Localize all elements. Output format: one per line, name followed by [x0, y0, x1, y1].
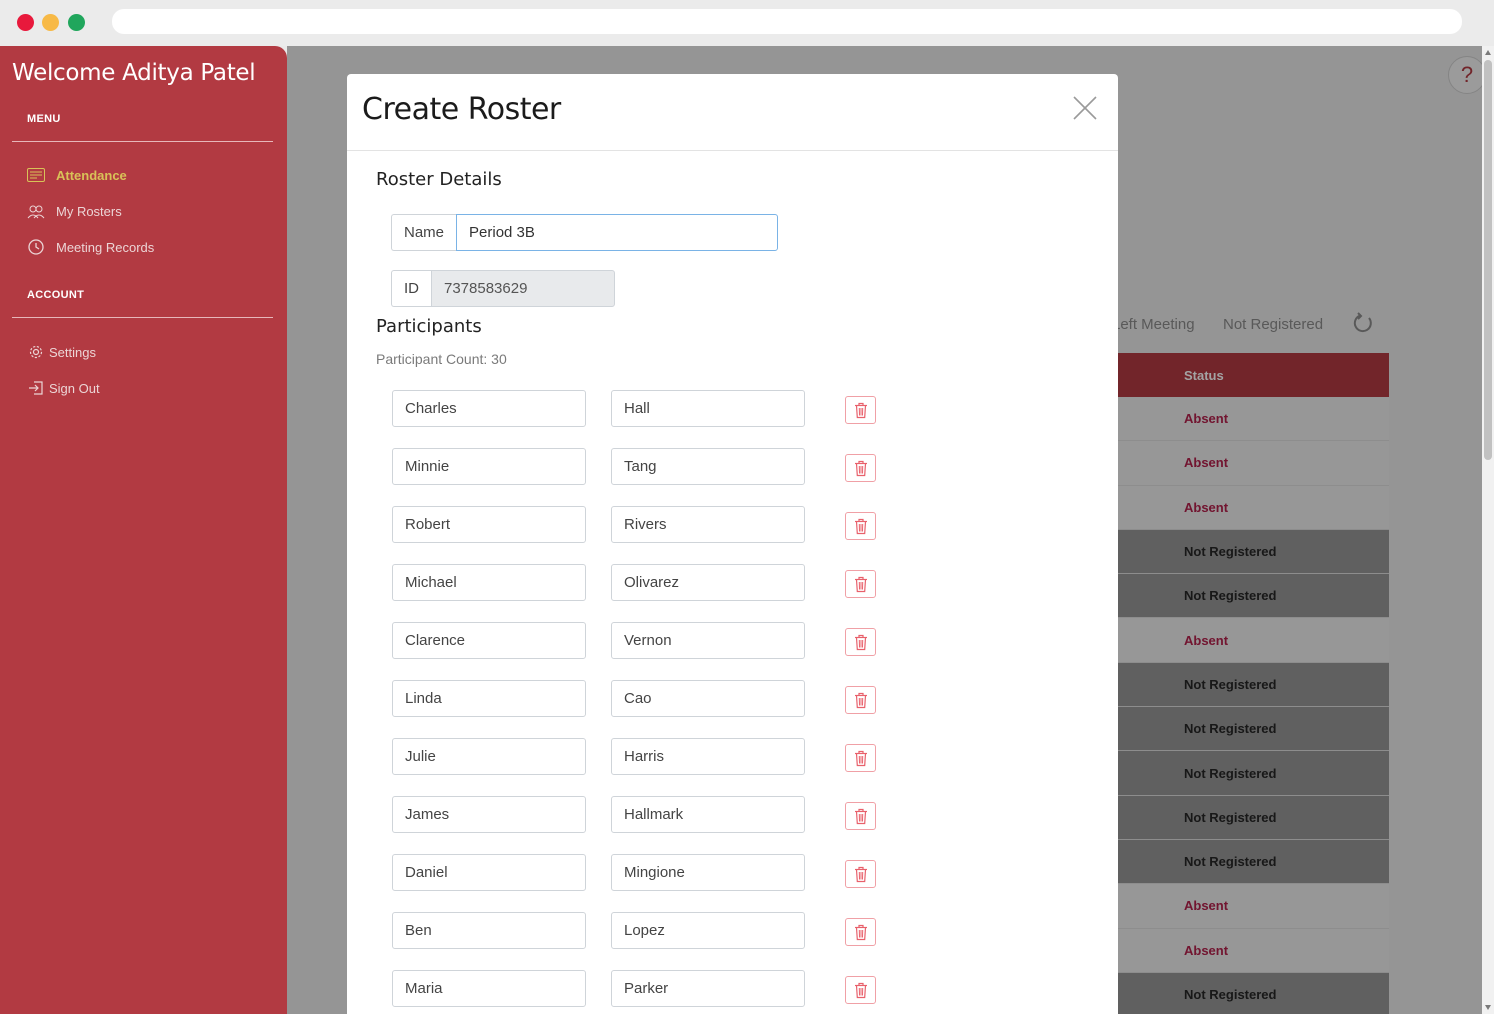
trash-icon	[854, 518, 868, 535]
sidebar-item-label: Attendance	[56, 167, 127, 183]
participant-count: Participant Count: 30	[376, 351, 507, 367]
participant-last-name-input[interactable]	[611, 564, 805, 601]
calendar-icon	[27, 167, 45, 183]
delete-participant-button[interactable]	[845, 686, 876, 714]
participant-first-name-input[interactable]	[392, 506, 586, 543]
participant-first-name-input[interactable]	[392, 448, 586, 485]
participant-first-name-input[interactable]	[392, 738, 586, 775]
window-maximize-dot[interactable]	[68, 14, 85, 31]
trash-icon	[854, 808, 868, 825]
close-icon[interactable]	[1071, 94, 1099, 122]
sidebar-item-meeting-records[interactable]: Meeting Records	[27, 237, 154, 257]
sidebar-item-attendance[interactable]: Attendance	[27, 165, 127, 185]
trash-icon	[854, 866, 868, 883]
trash-icon	[854, 634, 868, 651]
id-label: ID	[391, 270, 431, 307]
window-minimize-dot[interactable]	[42, 14, 59, 31]
trash-icon	[854, 692, 868, 709]
sidebar-item-label: My Rosters	[56, 203, 122, 219]
delete-participant-button[interactable]	[845, 744, 876, 772]
participant-first-name-input[interactable]	[392, 796, 586, 833]
trash-icon	[854, 402, 868, 419]
participant-last-name-input[interactable]	[611, 390, 805, 427]
account-heading: ACCOUNT	[27, 289, 85, 301]
trash-icon	[854, 576, 868, 593]
sidebar-item-label: Sign Out	[49, 380, 100, 396]
roster-details-heading: Roster Details	[376, 169, 502, 190]
sidebar-item-settings[interactable]: Settings	[27, 342, 96, 362]
sidebar-item-sign-out[interactable]: Sign Out	[27, 378, 100, 398]
participants-heading: Participants	[376, 316, 482, 337]
delete-participant-button[interactable]	[845, 802, 876, 830]
page-scrollbar[interactable]	[1482, 46, 1494, 1014]
sidebar: Welcome Aditya Patel MENU Attendance My …	[0, 46, 287, 1014]
participant-last-name-input[interactable]	[611, 738, 805, 775]
scroll-up-arrow[interactable]	[1485, 50, 1491, 55]
sign-out-icon	[27, 380, 45, 396]
account-divider	[12, 317, 273, 318]
menu-divider	[12, 141, 273, 142]
browser-chrome	[0, 0, 1494, 46]
scroll-thumb[interactable]	[1484, 60, 1492, 460]
modal-title: Create Roster	[362, 92, 561, 127]
modal-header: Create Roster	[347, 74, 1118, 151]
delete-participant-button[interactable]	[845, 628, 876, 656]
roster-id-input	[431, 270, 615, 307]
participant-first-name-input[interactable]	[392, 854, 586, 891]
delete-participant-button[interactable]	[845, 918, 876, 946]
trash-icon	[854, 924, 868, 941]
participant-last-name-input[interactable]	[611, 854, 805, 891]
participant-first-name-input[interactable]	[392, 622, 586, 659]
gear-icon	[27, 344, 45, 360]
participant-last-name-input[interactable]	[611, 970, 805, 1007]
create-roster-modal: Create Roster Roster Details Name ID Par…	[347, 74, 1118, 1014]
participant-first-name-input[interactable]	[392, 390, 586, 427]
clock-icon	[27, 239, 45, 255]
participant-last-name-input[interactable]	[611, 912, 805, 949]
participant-first-name-input[interactable]	[392, 970, 586, 1007]
welcome-text: Welcome Aditya Patel	[12, 60, 256, 86]
trash-icon	[854, 982, 868, 999]
sidebar-item-my-rosters[interactable]: My Rosters	[27, 201, 122, 221]
menu-heading: MENU	[27, 113, 61, 125]
participant-first-name-input[interactable]	[392, 564, 586, 601]
users-icon	[27, 203, 45, 219]
participant-first-name-input[interactable]	[392, 680, 586, 717]
delete-participant-button[interactable]	[845, 976, 876, 1004]
participant-last-name-input[interactable]	[611, 680, 805, 717]
participant-first-name-input[interactable]	[392, 912, 586, 949]
name-input-group: Name	[391, 214, 779, 251]
trash-icon	[854, 460, 868, 477]
scroll-down-arrow[interactable]	[1485, 1005, 1491, 1010]
delete-participant-button[interactable]	[845, 860, 876, 888]
delete-participant-button[interactable]	[845, 454, 876, 482]
participant-last-name-input[interactable]	[611, 622, 805, 659]
window-close-dot[interactable]	[17, 14, 34, 31]
delete-participant-button[interactable]	[845, 570, 876, 598]
trash-icon	[854, 750, 868, 767]
name-label: Name	[391, 214, 457, 251]
id-input-group: ID	[391, 270, 615, 307]
delete-participant-button[interactable]	[845, 512, 876, 540]
sidebar-item-label: Settings	[49, 344, 96, 360]
roster-name-input[interactable]	[456, 214, 779, 251]
participant-last-name-input[interactable]	[611, 506, 805, 543]
delete-participant-button[interactable]	[845, 396, 876, 424]
app-area: Welcome Aditya Patel MENU Attendance My …	[0, 46, 1482, 1014]
participant-last-name-input[interactable]	[611, 796, 805, 833]
sidebar-item-label: Meeting Records	[56, 239, 155, 255]
participant-last-name-input[interactable]	[611, 448, 805, 485]
address-bar[interactable]	[112, 9, 1462, 34]
